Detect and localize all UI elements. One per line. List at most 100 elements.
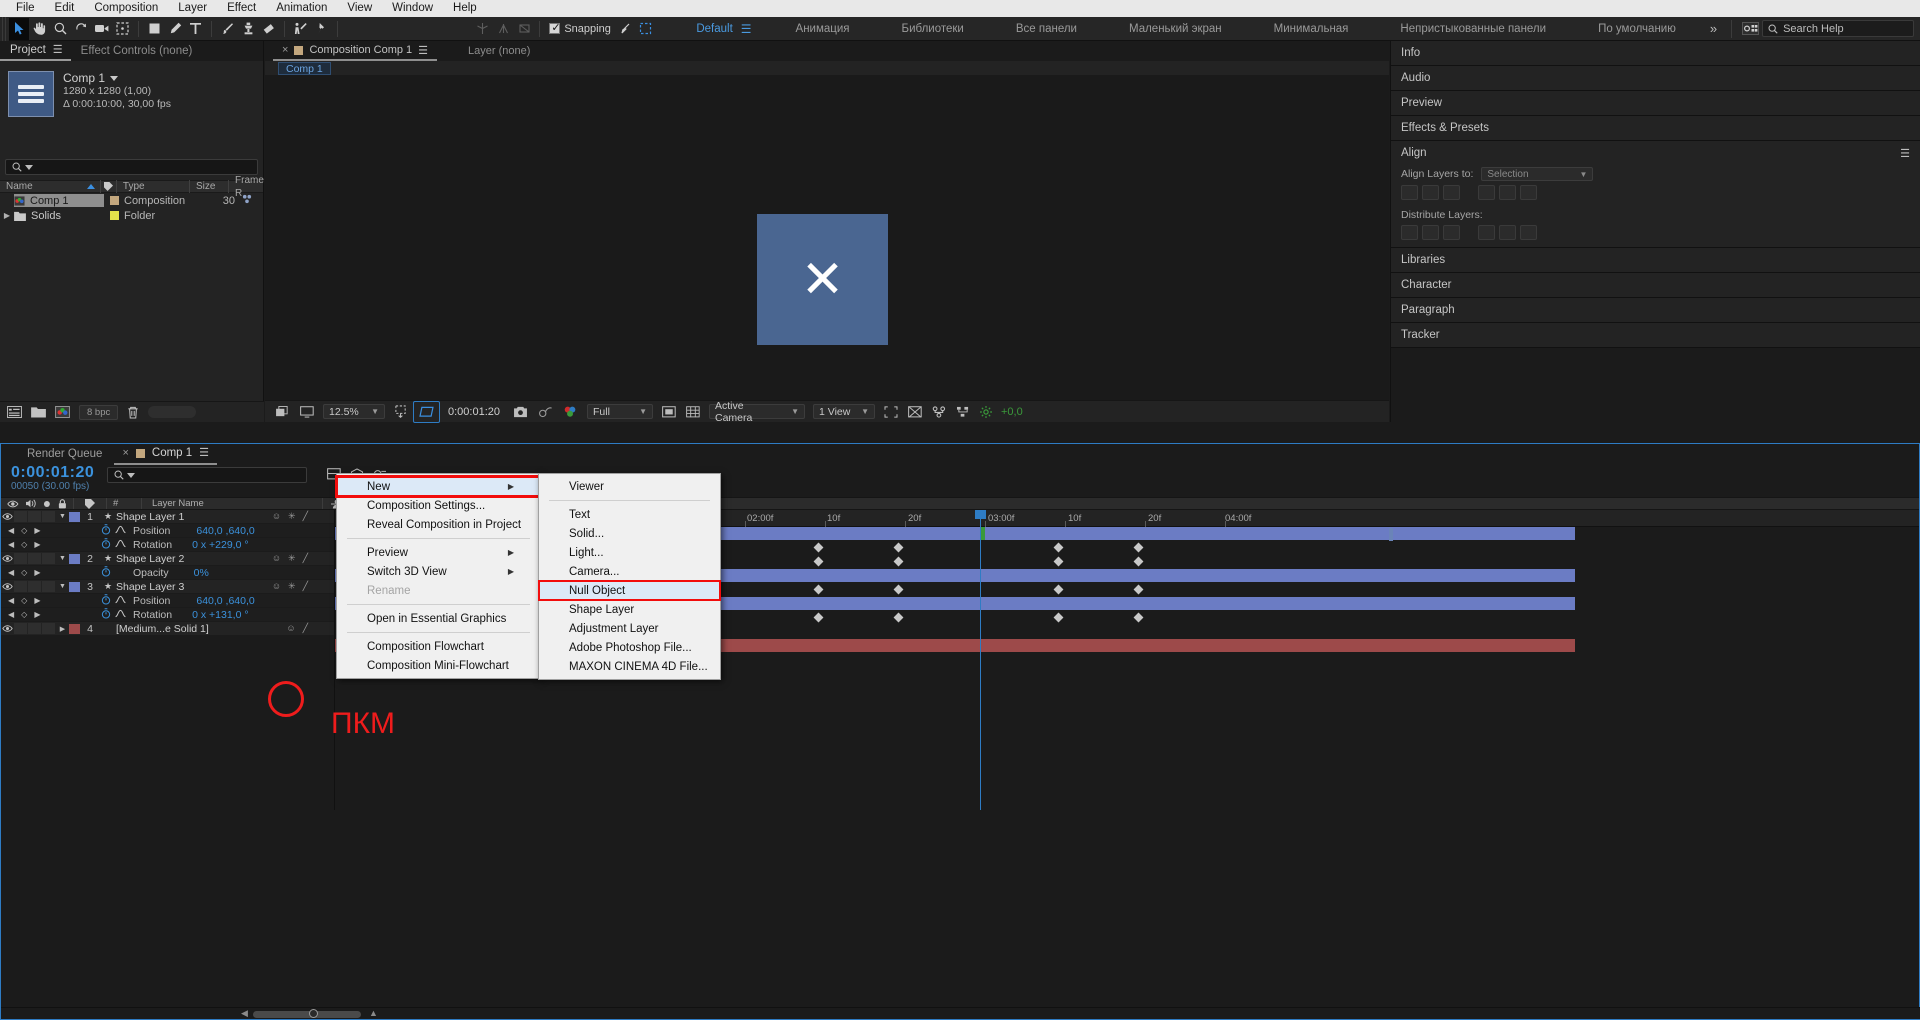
solo-toggle[interactable] [28,581,41,592]
show-snapshot-icon[interactable] [533,401,558,423]
axis-world-icon[interactable] [493,18,514,40]
layer-name[interactable]: Shape Layer 1 [116,511,184,523]
menu-window[interactable]: Window [382,0,443,17]
transparency-grid-icon[interactable] [413,400,440,423]
take-snapshot-icon[interactable] [508,401,533,423]
selection-tool-icon[interactable] [8,17,30,40]
subtab-comp1[interactable]: Comp 1 [278,61,331,75]
distribute-vcenter-icon[interactable] [1422,225,1439,240]
camera-tool-icon[interactable] [92,18,113,40]
layer-color-swatch[interactable] [69,623,80,634]
distribute-right-icon[interactable] [1520,225,1537,240]
audio-toggle[interactable] [14,623,27,634]
audio-toggle[interactable] [14,553,27,564]
menu-composition[interactable]: Composition [84,0,168,17]
column-frame-rate[interactable]: Frame R [229,175,264,199]
visibility-toggle[interactable] [1,582,14,592]
project-search-input[interactable] [5,159,258,175]
always-preview-icon[interactable] [271,401,295,423]
visibility-toggle[interactable] [1,554,14,564]
menu-help[interactable]: Help [443,0,487,17]
property-row[interactable]: ◀ ◇ ▶ Opacity 0% [1,565,334,580]
rectangle-tool-icon[interactable] [144,18,165,40]
property-name[interactable]: Opacity [133,567,169,579]
workspace-menu-icon[interactable]: ☰ [737,22,770,36]
menu-effect[interactable]: Effect [217,0,266,17]
panel-libraries[interactable]: Libraries [1391,248,1920,273]
submenu-item-photoshop-file[interactable]: Adobe Photoshop File... [539,638,720,657]
disclosure-triangle-icon[interactable]: ▼ [56,583,69,590]
property-name[interactable]: Position [133,595,170,607]
prev-keyframe-icon[interactable]: ◀ [8,540,14,549]
graph-editor-icon[interactable] [115,609,133,621]
context-menu-item-switch-3d-view[interactable]: Switch 3D View ▶ [337,562,540,581]
snap-arrow-icon[interactable] [615,18,636,40]
graph-editor-icon[interactable] [115,525,133,537]
layer-row[interactable]: ▼ 2 ★ Shape Layer 2 ☺ ✳ ╱ [1,552,334,566]
menu-animation[interactable]: Animation [266,0,337,17]
graph-editor-icon[interactable] [115,595,133,607]
submenu-item-light[interactable]: Light... [539,543,720,562]
submenu-item-viewer[interactable]: Viewer [539,477,720,496]
new-folder-icon[interactable] [31,406,46,418]
align-left-icon[interactable] [1401,185,1418,200]
project-panel-menu-icon[interactable]: ☰ [53,41,63,60]
antialias-icon[interactable]: ╱ [303,623,308,634]
prev-keyframe-icon[interactable]: ◀ [8,596,14,605]
timeline-horizontal-scrollbar[interactable]: ◀ ▲ [1,1007,1920,1019]
index-column-header[interactable]: # [107,498,141,509]
disclosure-triangle-icon[interactable]: ▶ [56,625,69,633]
shy-icon[interactable]: ☺ [272,553,281,564]
lock-toggle[interactable] [42,623,55,634]
property-row[interactable]: ◀ ◇ ▶ Rotation 0 x +131,0 ° [1,607,334,622]
roto-brush-tool-icon[interactable] [290,18,311,40]
distribute-hcenter-icon[interactable] [1499,225,1516,240]
layer-color-swatch[interactable] [69,581,80,592]
search-help-box[interactable]: Search Help [1762,20,1915,37]
comp-thumbnail[interactable] [8,71,54,117]
label-swatch[interactable] [109,196,119,205]
prev-keyframe-icon[interactable]: ◀ [8,610,14,619]
scroll-thumb[interactable] [253,1011,361,1018]
layer-name-column-header[interactable]: Layer Name [142,498,322,509]
lock-toggle[interactable] [42,581,55,592]
type-tool-icon[interactable] [186,18,207,40]
submenu-item-adjustment-layer[interactable]: Adjustment Layer [539,619,720,638]
workspace-animation[interactable]: Анимация [770,23,876,35]
next-keyframe-icon[interactable]: ▶ [34,610,40,619]
distribute-bottom-icon[interactable] [1443,225,1460,240]
align-vcenter-icon[interactable] [1499,185,1516,200]
audio-toggle[interactable] [14,511,27,522]
stopwatch-icon[interactable] [101,565,115,580]
close-icon[interactable]: × [122,443,128,464]
project-footer-pill[interactable] [148,406,197,418]
panel-paragraph[interactable]: Paragraph [1391,298,1920,323]
property-name[interactable]: Position [133,525,170,537]
menu-file[interactable]: File [6,0,45,17]
workspace-overflow-icon[interactable]: » [1702,21,1725,36]
keyframe[interactable] [1053,542,1064,553]
snap-bounds-icon[interactable] [636,18,657,40]
search-filter-chevron-icon[interactable] [25,164,33,170]
keyframe[interactable] [813,584,824,595]
region-of-interest-icon[interactable] [112,18,133,40]
context-menu-item-open-essential-graphics[interactable]: Open in Essential Graphics [337,609,540,628]
keyframe-toggle-icon[interactable]: ◇ [21,610,27,619]
puppet-pin-tool-icon[interactable] [311,18,332,40]
current-time-indicator[interactable] [975,510,986,810]
tab-layer-none[interactable]: Layer (none) [459,41,539,61]
tab-composition-comp1[interactable]: × Composition Comp 1 ☰ [273,41,438,61]
timeline-search-input[interactable] [107,467,308,483]
panel-character[interactable]: Character [1391,273,1920,298]
align-top-icon[interactable] [1478,185,1495,200]
exposure-reset-icon[interactable] [975,401,997,423]
solo-toggle[interactable] [28,623,41,634]
prev-keyframe-icon[interactable]: ◀ [8,526,14,535]
submenu-item-null-object[interactable]: Null Object [538,580,721,601]
keyframe[interactable] [813,612,824,623]
workspace-by-default[interactable]: По умолчанию [1572,23,1702,35]
tab-effect-controls[interactable]: Effect Controls (none) [71,45,203,57]
context-menu-item-reveal-composition[interactable]: Reveal Composition in Project [337,515,540,534]
stopwatch-icon[interactable] [101,537,115,552]
distribute-left-icon[interactable] [1478,225,1495,240]
